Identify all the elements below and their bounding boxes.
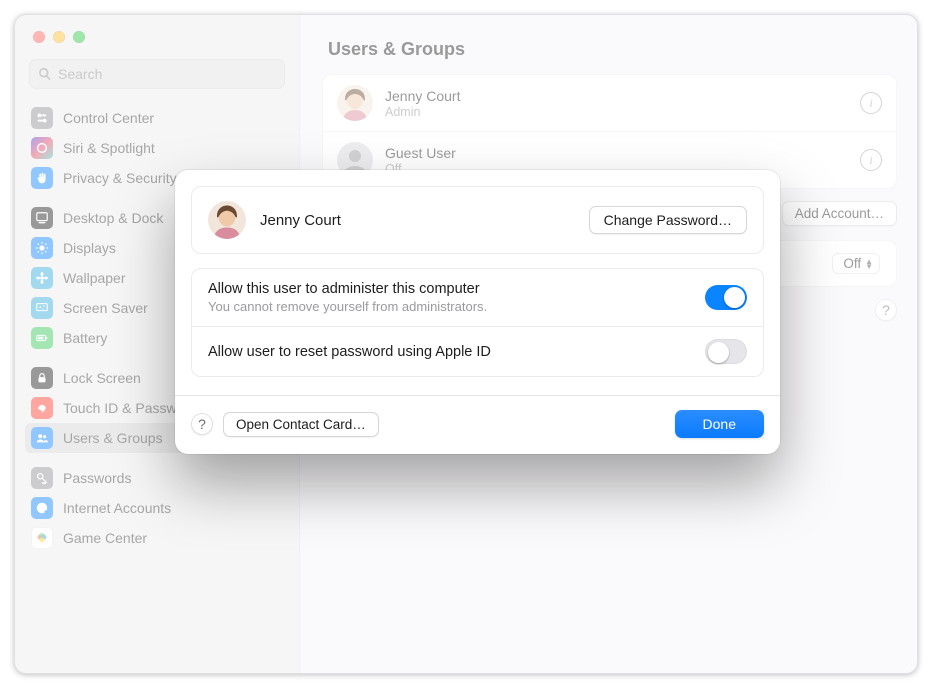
done-button[interactable]: Done <box>675 410 764 438</box>
admin-toggle[interactable] <box>705 285 747 310</box>
chevron-updown-icon: ▲▼ <box>865 259 873 269</box>
switches-icon <box>31 107 53 129</box>
user-settings-card: Allow this user to administer this compu… <box>191 268 764 377</box>
help-button[interactable]: ? <box>191 413 213 435</box>
user-name: Jenny Court <box>385 88 460 104</box>
siri-icon <box>31 137 53 159</box>
user-info-button[interactable]: i <box>860 92 882 114</box>
at-icon <box>31 497 53 519</box>
open-contact-card-button[interactable]: Open Contact Card… <box>223 412 379 437</box>
game-icon <box>31 527 53 549</box>
add-account-button[interactable]: Add Account… <box>782 201 897 226</box>
admin-row: Allow this user to administer this compu… <box>192 269 763 326</box>
sidebar-item-internet-accounts[interactable]: Internet Accounts <box>25 493 289 523</box>
avatar[interactable] <box>208 201 246 239</box>
users-icon <box>31 427 53 449</box>
change-password-button[interactable]: Change Password… <box>589 206 747 234</box>
close-window-button[interactable] <box>33 31 45 43</box>
minimize-window-button[interactable] <box>53 31 65 43</box>
dock-icon <box>31 207 53 229</box>
search-icon <box>38 67 52 81</box>
sheet-user-name: Jenny Court <box>260 212 341 229</box>
user-role: Admin <box>385 105 460 119</box>
search-placeholder: Search <box>58 66 102 82</box>
sidebar-item-passwords[interactable]: Passwords <box>25 463 289 493</box>
admin-sublabel: You cannot remove yourself from administ… <box>208 299 487 314</box>
user-info-button[interactable]: i <box>860 149 882 171</box>
sidebar-item-game-center[interactable]: Game Center <box>25 523 289 553</box>
reset-label: Allow user to reset password using Apple… <box>208 344 491 360</box>
page-title: Users & Groups <box>328 39 891 60</box>
reset-apple-id-row: Allow user to reset password using Apple… <box>192 326 763 376</box>
battery-icon <box>31 327 53 349</box>
search-input[interactable]: Search <box>29 59 285 89</box>
user-name: Guest User <box>385 145 456 161</box>
admin-label: Allow this user to administer this compu… <box>208 281 487 297</box>
hand-icon <box>31 167 53 189</box>
user-row-jenny[interactable]: Jenny Court Admin i <box>323 75 896 131</box>
help-button[interactable]: ? <box>875 299 897 321</box>
sidebar-item-siri-spotlight[interactable]: Siri & Spotlight <box>25 133 289 163</box>
zoom-window-button[interactable] <box>73 31 85 43</box>
window-controls <box>15 15 299 53</box>
key-icon <box>31 467 53 489</box>
reset-apple-id-toggle[interactable] <box>705 339 747 364</box>
lock-icon <box>31 367 53 389</box>
user-details-sheet: Jenny Court Change Password… Allow this … <box>175 170 780 454</box>
fingerprint-icon <box>31 397 53 419</box>
user-identity-card: Jenny Court Change Password… <box>191 186 764 254</box>
screensaver-icon <box>31 297 53 319</box>
sun-icon <box>31 237 53 259</box>
flower-icon <box>31 267 53 289</box>
avatar <box>337 85 373 121</box>
auto-login-popup[interactable]: Off ▲▼ <box>832 253 880 274</box>
sidebar-item-control-center[interactable]: Control Center <box>25 103 289 133</box>
sheet-footer: ? Open Contact Card… Done <box>175 396 780 454</box>
